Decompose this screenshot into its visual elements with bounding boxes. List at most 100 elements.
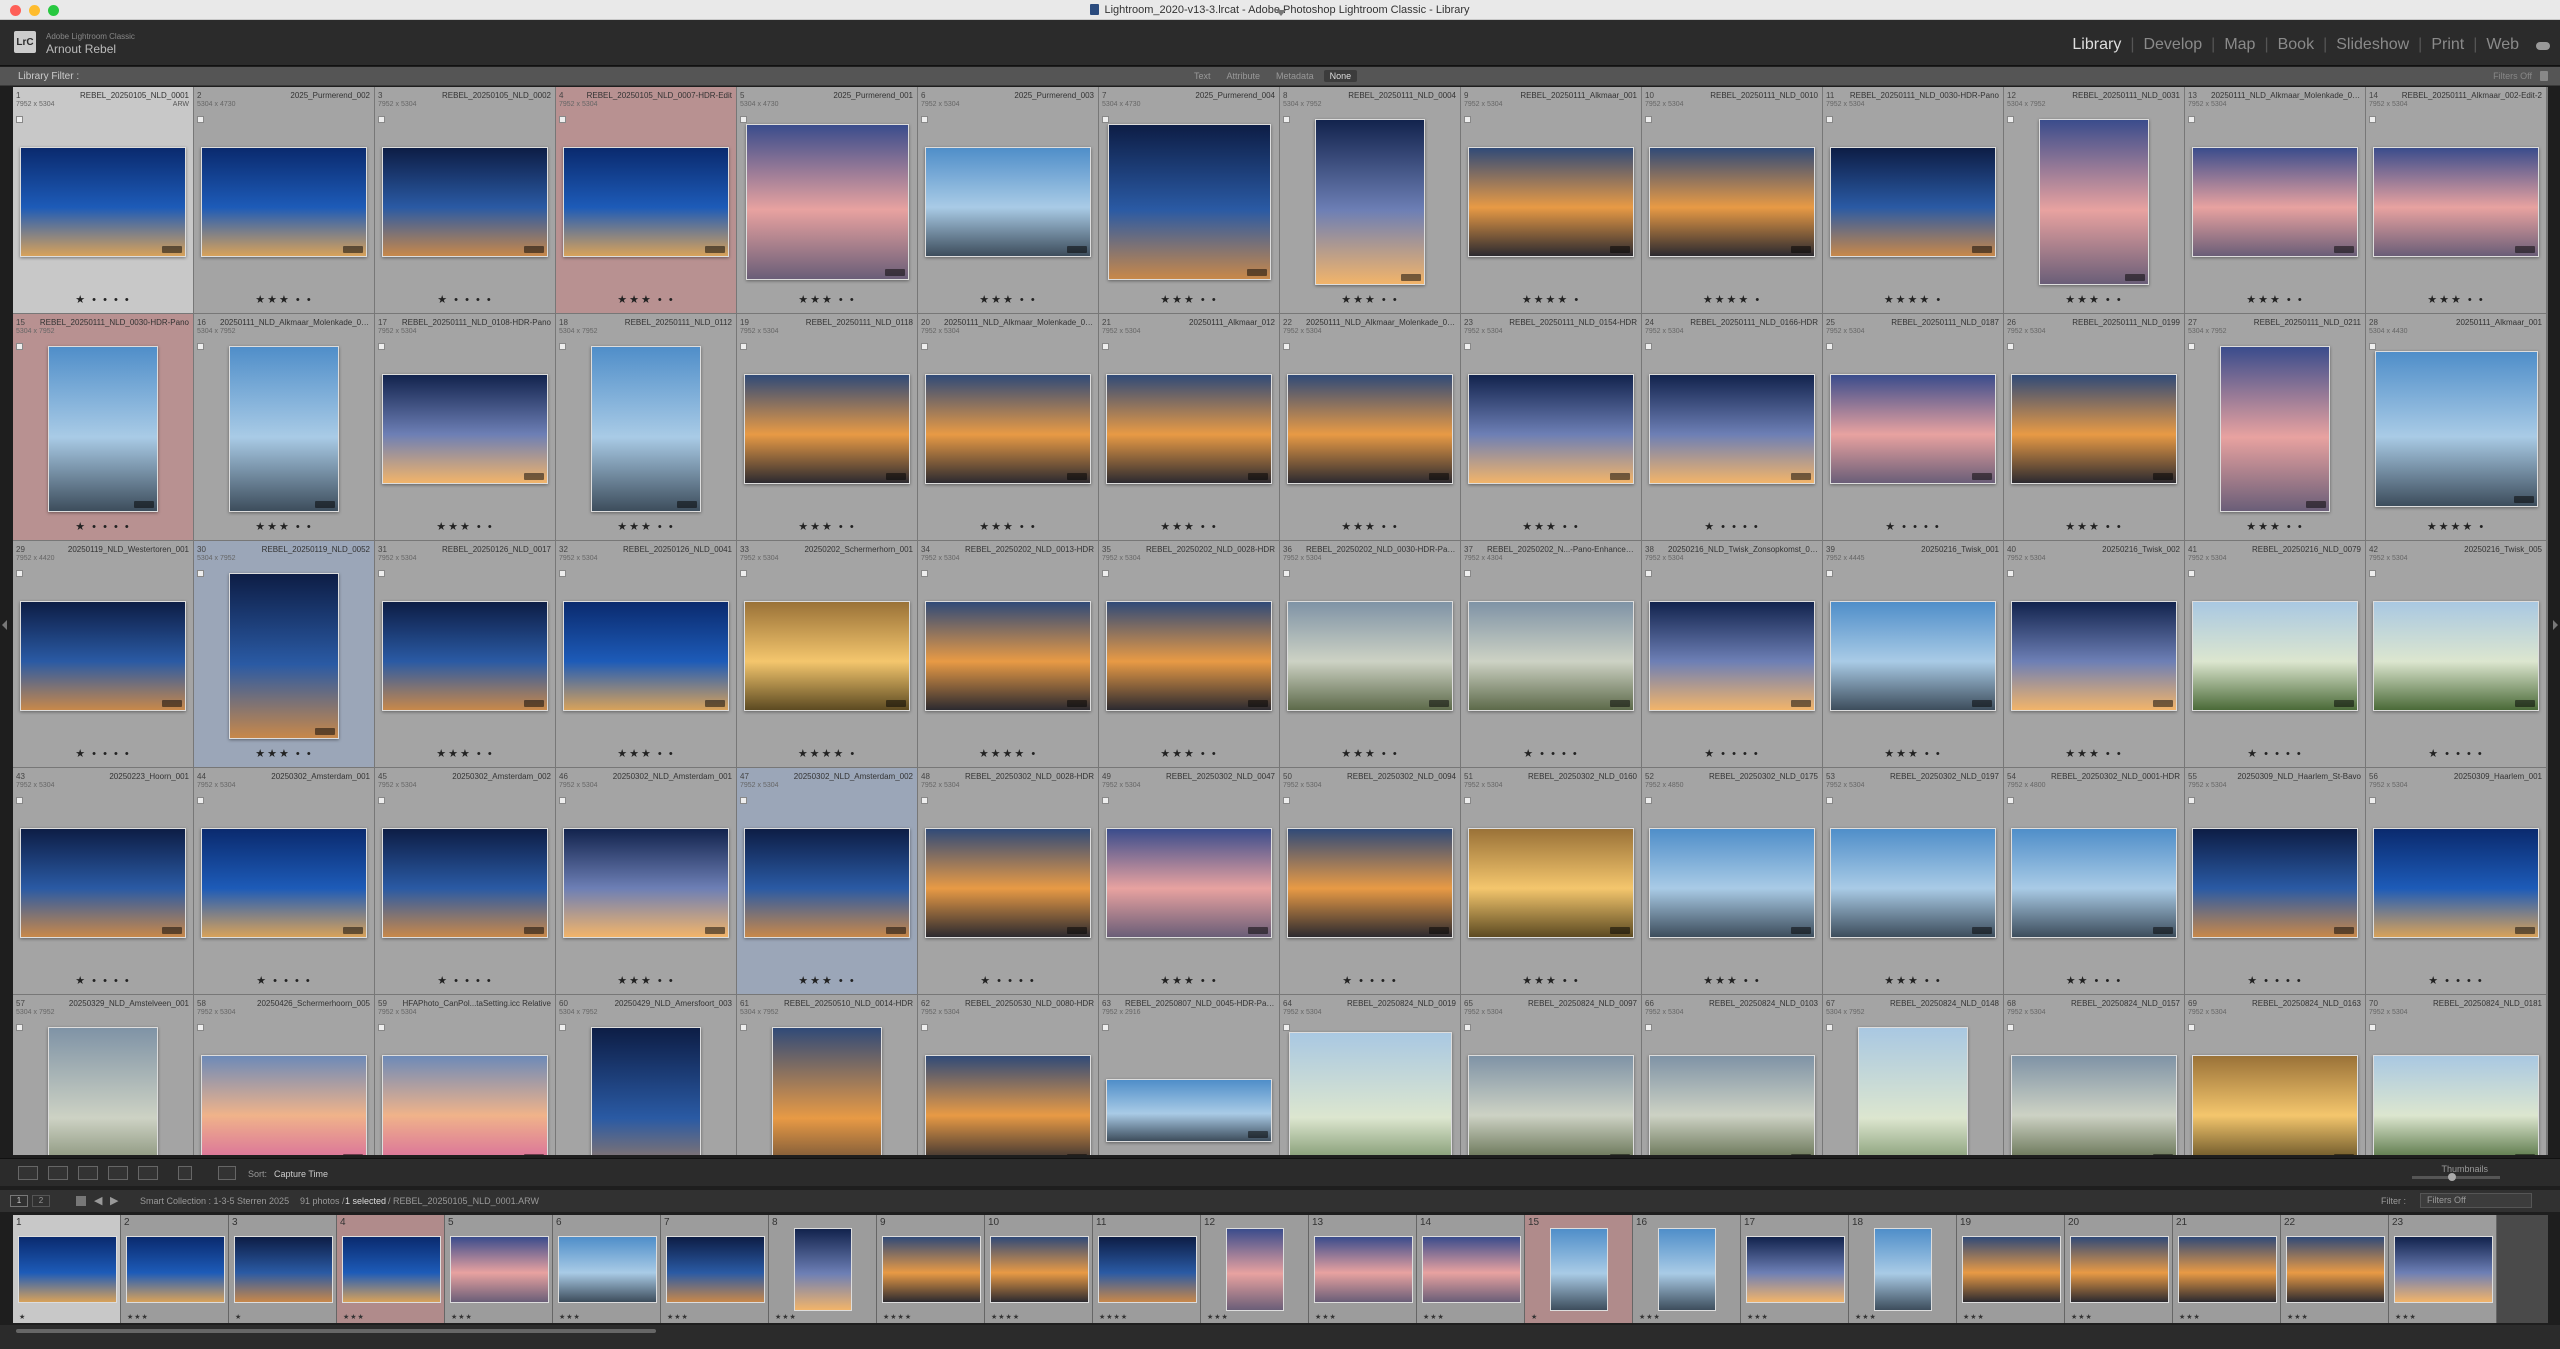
photo-thumbnail[interactable] xyxy=(925,1055,1091,1155)
filmstrip-cell[interactable]: 13 ★★★ xyxy=(1309,1215,1417,1323)
module-slideshow[interactable]: Slideshow xyxy=(2327,36,2418,54)
photo-thumbnail[interactable] xyxy=(1106,828,1272,938)
pick-flag-icon[interactable] xyxy=(921,797,928,804)
badge-icons[interactable] xyxy=(162,700,182,707)
grid-cell[interactable]: 7 2025_Purmerend_004 5304 x 4730 ★★★ • • xyxy=(1099,87,1280,314)
filmstrip-cell[interactable]: 20 ★★★ xyxy=(2065,1215,2173,1323)
pick-flag-icon[interactable] xyxy=(2007,797,2014,804)
grid-cell[interactable]: 30 REBEL_20250119_NLD_0052 5304 x 7952 ★★★ … xyxy=(194,541,375,768)
photo-thumbnail[interactable] xyxy=(20,601,186,711)
lock-icon[interactable] xyxy=(2540,71,2548,81)
badge-icons[interactable] xyxy=(315,728,335,735)
star-rating[interactable]: ★ • • • • xyxy=(2366,974,2546,987)
filmstrip-cell[interactable]: 8 ★★★ xyxy=(769,1215,877,1323)
painter-icon[interactable] xyxy=(178,1166,192,1180)
filmstrip-thumbnail[interactable] xyxy=(2178,1236,2277,1303)
filter-tab-metadata[interactable]: Metadata xyxy=(1270,70,1320,82)
pick-flag-icon[interactable] xyxy=(2188,1024,2195,1031)
pick-flag-icon[interactable] xyxy=(740,1024,747,1031)
pick-flag-icon[interactable] xyxy=(2188,343,2195,350)
badge-icons[interactable] xyxy=(1791,1154,1811,1155)
photo-thumbnail[interactable] xyxy=(744,374,910,484)
star-rating[interactable]: ★★★ • • xyxy=(556,974,736,987)
star-rating[interactable]: ★★★ • • xyxy=(1099,520,1279,533)
filmstrip-thumbnail[interactable] xyxy=(126,1236,225,1303)
filmstrip-thumbnail[interactable] xyxy=(1422,1236,1521,1303)
star-rating[interactable]: ★ • • • • xyxy=(2185,974,2365,987)
badge-icons[interactable] xyxy=(524,246,544,253)
photo-thumbnail[interactable] xyxy=(382,1055,548,1155)
back-arrow-icon[interactable]: ◀ xyxy=(94,1194,102,1207)
star-rating[interactable]: ★★★ • • xyxy=(2185,293,2365,306)
photo-thumbnail[interactable] xyxy=(1830,601,1996,711)
badge-icons[interactable] xyxy=(1067,246,1087,253)
grid-cell[interactable]: 8 REBEL_20250111_NLD_0004 5304 x 7952 ★★★ •… xyxy=(1280,87,1461,314)
pick-flag-icon[interactable] xyxy=(16,1024,23,1031)
star-rating[interactable]: ★ • • • • xyxy=(1461,747,1641,760)
left-panel-toggle-icon[interactable] xyxy=(2,620,7,630)
star-rating[interactable]: ★★★ • • xyxy=(194,293,374,306)
badge-icons[interactable] xyxy=(1972,927,1992,934)
grid-cell[interactable]: 43 20250223_Hoorn_001 7952 x 5304 ★ • • • • xyxy=(13,768,194,995)
thumbnail-size-knob[interactable] xyxy=(2448,1173,2456,1181)
grid-cell[interactable]: 55 20250309_NLD_Haarlem_St-Bavo 7952 x 530… xyxy=(2185,768,2366,995)
filmstrip-cell[interactable]: 22 ★★★ xyxy=(2281,1215,2389,1323)
grid-cell[interactable]: 40 20250216_Twisk_002 7952 x 5304 ★★★ • • xyxy=(2004,541,2185,768)
filmstrip-cell[interactable]: 19 ★★★ xyxy=(1957,1215,2065,1323)
module-web[interactable]: Web xyxy=(2477,36,2528,54)
star-rating[interactable]: ★★★ • • xyxy=(737,520,917,533)
filmstrip-filter-select[interactable]: Filters Off xyxy=(2420,1193,2532,1208)
thumbnail-size-slider[interactable] xyxy=(2412,1176,2500,1179)
loupe-view-icon[interactable] xyxy=(48,1166,68,1180)
badge-icons[interactable] xyxy=(1791,927,1811,934)
filmstrip-cell[interactable]: 16 ★★★ xyxy=(1633,1215,1741,1323)
photo-thumbnail[interactable] xyxy=(591,1027,701,1155)
pick-flag-icon[interactable] xyxy=(197,343,204,350)
grid-cell[interactable]: 3 REBEL_20250105_NLD_0002 7952 x 5304 ★ • •… xyxy=(375,87,556,314)
survey-view-icon[interactable] xyxy=(108,1166,128,1180)
photo-thumbnail[interactable] xyxy=(201,147,367,257)
grid-cell[interactable]: 70 REBEL_20250824_NLD_0181 7952 x 5304 xyxy=(2366,995,2547,1155)
grid-cell[interactable]: 52 REBEL_20250302_NLD_0175 7952 x 4850 ★★★ … xyxy=(1642,768,1823,995)
pick-flag-icon[interactable] xyxy=(1283,343,1290,350)
photo-thumbnail[interactable] xyxy=(2220,346,2330,512)
pick-flag-icon[interactable] xyxy=(1464,343,1471,350)
right-panel-toggle-icon[interactable] xyxy=(2553,620,2558,630)
badge-icons[interactable] xyxy=(1610,473,1630,480)
badge-icons[interactable] xyxy=(2125,274,2145,281)
module-print[interactable]: Print xyxy=(2422,36,2473,54)
filmstrip-cell[interactable]: 4 ★★★ xyxy=(337,1215,445,1323)
star-rating[interactable]: ★ • • • • xyxy=(1642,747,1822,760)
photo-thumbnail[interactable] xyxy=(1287,374,1453,484)
badge-icons[interactable] xyxy=(885,269,905,276)
grid-cell[interactable]: 69 REBEL_20250824_NLD_0163 7952 x 5304 xyxy=(2185,995,2366,1155)
badge-icons[interactable] xyxy=(1791,700,1811,707)
badge-icons[interactable] xyxy=(162,927,182,934)
star-rating[interactable]: ★ • • • • xyxy=(13,747,193,760)
filmstrip-thumbnail[interactable] xyxy=(450,1236,549,1303)
pick-flag-icon[interactable] xyxy=(1826,343,1833,350)
grid-cell[interactable]: 21 20250111_Alkmaar_012 7952 x 5304 ★★★ • • xyxy=(1099,314,1280,541)
star-rating[interactable]: ★ • • • • xyxy=(13,974,193,987)
grid-cell[interactable]: 35 REBEL_20250202_NLD_0028-HDR 7952 x 5304… xyxy=(1099,541,1280,768)
photo-thumbnail[interactable] xyxy=(1649,828,1815,938)
pick-flag-icon[interactable] xyxy=(378,116,385,123)
photo-thumbnail[interactable] xyxy=(2373,1055,2539,1155)
badge-icons[interactable] xyxy=(1791,473,1811,480)
badge-icons[interactable] xyxy=(2514,496,2534,503)
photo-thumbnail[interactable] xyxy=(201,1055,367,1155)
sort-direction-icon[interactable] xyxy=(218,1166,236,1180)
badge-icons[interactable] xyxy=(1248,700,1268,707)
star-rating[interactable]: ★★★★ • xyxy=(1461,293,1641,306)
photo-thumbnail[interactable] xyxy=(2375,351,2538,507)
badge-icons[interactable] xyxy=(1067,473,1087,480)
grid-cell[interactable]: 56 20250309_Haarlem_001 7952 x 5304 ★ • • •… xyxy=(2366,768,2547,995)
star-rating[interactable]: ★★★ • • xyxy=(1280,293,1460,306)
badge-icons[interactable] xyxy=(1972,473,1992,480)
pick-flag-icon[interactable] xyxy=(197,1024,204,1031)
grid-cell[interactable]: 28 20250111_Alkmaar_001 5304 x 4430 ★★★★ • xyxy=(2366,314,2547,541)
photo-thumbnail[interactable] xyxy=(746,124,909,280)
filmstrip-thumbnail[interactable] xyxy=(1874,1228,1932,1311)
pick-flag-icon[interactable] xyxy=(2188,570,2195,577)
badge-icons[interactable] xyxy=(343,246,363,253)
